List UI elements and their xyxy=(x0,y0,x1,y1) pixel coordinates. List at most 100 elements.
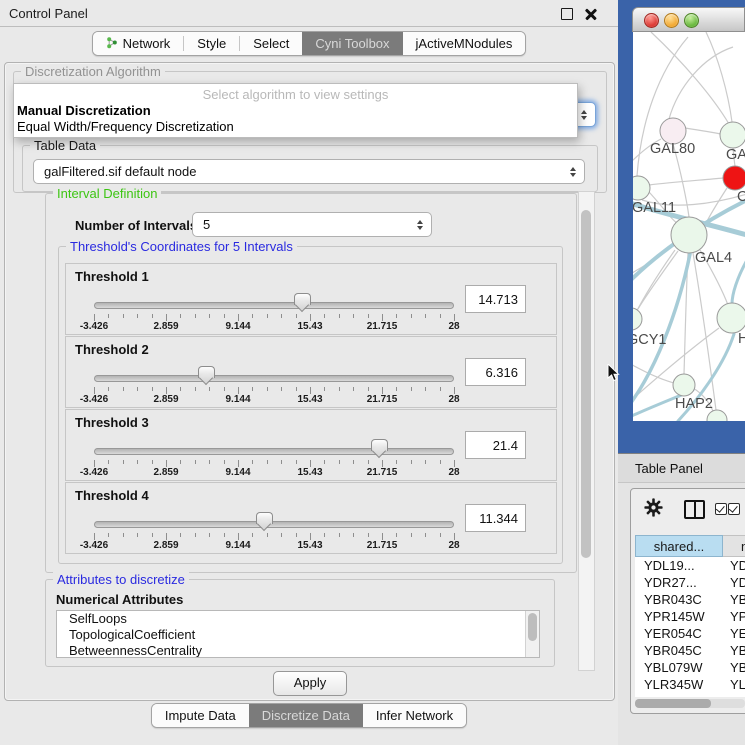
tick-mark xyxy=(411,314,412,318)
attribute-items: SelfLoopsTopologicalCoefficientBetweenne… xyxy=(57,611,539,658)
close-icon[interactable] xyxy=(585,8,597,20)
interval-definition-title: Interval Definition xyxy=(53,186,161,201)
slider-thumb[interactable] xyxy=(198,366,215,378)
network-edge-highlighted xyxy=(732,260,745,304)
threshold-value-field[interactable]: 21.4 xyxy=(465,431,526,459)
attributes-scrollbar-thumb[interactable] xyxy=(528,613,537,641)
table-horizontal-scrollbar-thumb[interactable] xyxy=(635,699,711,708)
attribute-item[interactable]: TopologicalCoefficient xyxy=(57,627,539,643)
threshold-value-field[interactable]: 11.344 xyxy=(465,504,526,532)
slider-track[interactable] xyxy=(94,375,454,382)
tick-label: 28 xyxy=(448,467,459,478)
tab-impute-data[interactable]: Impute Data xyxy=(152,704,249,727)
threshold-value-field[interactable]: 6.316 xyxy=(465,358,526,386)
tab-select[interactable]: Select xyxy=(240,32,302,55)
tick-label: 21.715 xyxy=(367,467,398,478)
tick-label: -3.426 xyxy=(80,394,108,405)
network-node-c[interactable] xyxy=(723,166,745,190)
slider-track[interactable] xyxy=(94,521,454,528)
network-node-ga[interactable] xyxy=(720,122,745,148)
checkbox-select-icon[interactable] xyxy=(728,503,740,515)
table-row[interactable]: YIL052CYIL0 xyxy=(635,693,745,697)
slider-track[interactable] xyxy=(94,302,454,309)
table-data-combobox[interactable]: galFiltered.sif default node xyxy=(33,159,585,184)
table-row[interactable]: YDR27...YDR2 xyxy=(635,574,745,591)
tab-infer-network[interactable]: Infer Network xyxy=(363,704,466,727)
attribute-item[interactable]: BetweennessCentrality xyxy=(57,643,539,658)
tick-mark xyxy=(281,533,282,537)
thresholds-group: Threshold's Coordinates for 5 Intervals … xyxy=(58,246,563,564)
slider-thumb[interactable] xyxy=(294,293,311,305)
tab-network[interactable]: Network xyxy=(93,32,184,55)
tick-label: 2.859 xyxy=(153,321,178,332)
number-of-intervals-spinner[interactable]: 5 xyxy=(192,212,432,237)
tick-mark xyxy=(353,533,354,537)
tick-mark xyxy=(137,314,138,318)
tick-mark xyxy=(123,533,124,537)
zoom-traffic-light-icon[interactable] xyxy=(684,13,699,28)
slider-track[interactable] xyxy=(94,448,454,455)
tick-mark xyxy=(195,460,196,464)
tab-discretize-data[interactable]: Discretize Data xyxy=(249,704,363,727)
tick-mark xyxy=(94,460,95,467)
table-data-group-title: Table Data xyxy=(30,138,100,153)
network-node-h[interactable] xyxy=(717,303,745,333)
tick-mark xyxy=(353,387,354,391)
network-node-gal11[interactable] xyxy=(633,176,650,200)
float-window-icon[interactable] xyxy=(561,8,573,20)
checkbox-select-icon[interactable] xyxy=(715,503,727,515)
settings-scrollbar[interactable] xyxy=(578,191,595,671)
tick-mark xyxy=(281,314,282,318)
tab-jactivemnodules[interactable]: jActiveMNodules xyxy=(403,32,526,55)
tick-label: 15.43 xyxy=(297,321,322,332)
attributes-scrollbar[interactable] xyxy=(525,611,539,657)
table-row[interactable]: YER054CYER0 xyxy=(635,625,745,642)
table-horizontal-scrollbar[interactable] xyxy=(635,699,745,708)
slider-thumb[interactable] xyxy=(371,439,388,451)
table-row[interactable]: YBR045CYBR0 xyxy=(635,642,745,659)
thresholds-group-title: Threshold's Coordinates for 5 Intervals xyxy=(66,239,297,254)
table-row[interactable]: YDL19...YDL1 xyxy=(635,557,745,574)
cell-shared-name: YBR043C xyxy=(635,591,724,608)
tab-cyni-toolbox[interactable]: Cyni Toolbox xyxy=(302,32,402,55)
tick-label: 9.144 xyxy=(225,540,250,551)
tick-mark xyxy=(324,533,325,537)
table-row[interactable]: YBL079WYBL0 xyxy=(635,659,745,676)
table-row[interactable]: YPR145WYPR1 xyxy=(635,608,745,625)
interval-definition-group: Interval Definition Number of Intervals … xyxy=(45,193,577,573)
cell-name: YPR1 xyxy=(724,608,745,625)
network-canvas[interactable]: GAL80GACGAL11GAL4GCY1HHAP2 xyxy=(633,32,745,421)
table-row[interactable]: YLR345WYLR3 xyxy=(635,676,745,693)
network-node-hap2[interactable] xyxy=(673,374,695,396)
tick-label: 28 xyxy=(448,394,459,405)
tick-label: 21.715 xyxy=(367,394,398,405)
close-traffic-light-icon[interactable] xyxy=(644,13,659,28)
numerical-attributes-list[interactable]: SelfLoopsTopologicalCoefficientBetweenne… xyxy=(56,610,540,658)
tick-mark xyxy=(123,387,124,391)
apply-button[interactable]: Apply xyxy=(273,671,347,696)
tick-mark xyxy=(252,460,253,464)
column-header-name[interactable]: na xyxy=(723,535,745,557)
table-data-group: Table Data galFiltered.sif default node xyxy=(22,145,598,192)
tick-label: 9.144 xyxy=(225,467,250,478)
tick-mark xyxy=(224,387,225,391)
minimize-traffic-light-icon[interactable] xyxy=(664,13,679,28)
table-row[interactable]: YBR043CYBR0 xyxy=(635,591,745,608)
network-node-gcy1[interactable] xyxy=(633,308,642,330)
attribute-item[interactable]: SelfLoops xyxy=(57,611,539,627)
slider-thumb[interactable] xyxy=(256,512,273,524)
dropdown-option-manual-discretization[interactable]: Manual Discretization xyxy=(17,103,151,118)
threshold-value-field[interactable]: 14.713 xyxy=(465,285,526,313)
column-visibility-icon[interactable] xyxy=(684,500,705,519)
dropdown-option-equal-width-frequency[interactable]: Equal Width/Frequency Discretization xyxy=(17,119,234,134)
tick-mark xyxy=(267,314,268,318)
network-edge xyxy=(685,128,721,134)
settings-scrollbar-thumb[interactable] xyxy=(581,210,591,558)
tick-label: 9.144 xyxy=(225,321,250,332)
column-header-shared-name[interactable]: shared... xyxy=(635,535,723,557)
tab-style[interactable]: Style xyxy=(184,32,239,55)
network-node-gal4[interactable] xyxy=(671,217,707,253)
gear-icon[interactable] xyxy=(644,498,663,522)
attributes-group: Attributes to discretize Numerical Attri… xyxy=(45,579,555,667)
tick-mark xyxy=(454,533,455,540)
